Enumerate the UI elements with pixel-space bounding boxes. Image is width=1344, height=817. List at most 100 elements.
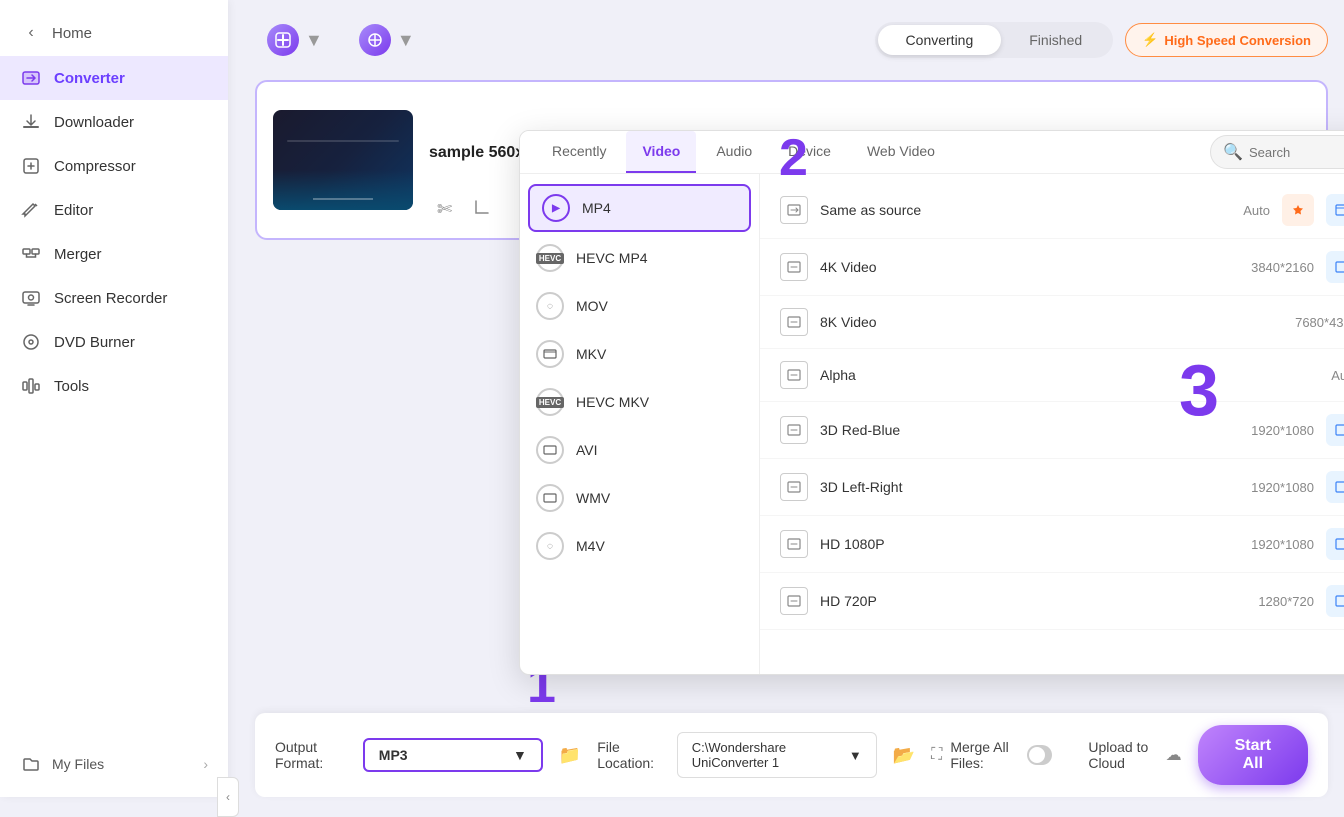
file-location-label: File Location: [597, 739, 661, 771]
chevron-left-icon: ‹ [20, 22, 42, 44]
mov-icon: ◌ [536, 292, 564, 320]
scissors-icon[interactable]: ✄ [437, 199, 452, 220]
preset-settings-hd1080[interactable] [1326, 528, 1344, 560]
main-content: ▼ ▼ Converting Finished ⚡ High Speed Con… [239, 0, 1344, 797]
home-label: Home [52, 25, 92, 42]
preset-icon-same [780, 196, 808, 224]
preset-3d-left-right[interactable]: 3D Left-Right 1920*1080 [760, 459, 1344, 516]
format-list: ▶ MP4 HEVC HEVC MP4 ◌ MOV M [520, 174, 760, 674]
format-tabs: Recently Video Audio Device Web Video 🔍 [520, 131, 1344, 174]
annotation-2: 2 [779, 128, 808, 188]
add-files-button[interactable]: ▼ [255, 16, 335, 64]
sidebar-item-downloader[interactable]: Downloader [0, 100, 228, 144]
sidebar-item-screen-recorder[interactable]: Screen Recorder [0, 276, 228, 320]
format-item-mp4[interactable]: ▶ MP4 [528, 184, 751, 232]
search-input[interactable] [1249, 145, 1344, 160]
preset-4k[interactable]: 4K Video 3840*2160 [760, 239, 1344, 296]
wmv-icon [536, 484, 564, 512]
preset-settings-3d-lr[interactable] [1326, 471, 1344, 503]
format-item-hevc-mkv[interactable]: HEVC HEVC MKV [520, 378, 759, 426]
sidebar-item-dvd-burner[interactable]: DVD Burner [0, 320, 228, 364]
hevc-mkv-icon: HEVC [536, 388, 564, 416]
sidebar-item-tools[interactable]: Tools [0, 364, 228, 408]
screen-recorder-icon [20, 287, 42, 309]
preset-res-3d-lr: 1920*1080 [1224, 480, 1314, 495]
start-all-button[interactable]: Start All [1198, 725, 1308, 785]
my-files-label: My Files [52, 756, 104, 772]
sidebar-item-my-files[interactable]: My Files › [0, 741, 228, 787]
search-icon: 🔍 [1223, 142, 1243, 162]
file-location-select[interactable]: C:\Wondershare UniConverter 1 ▼ [677, 732, 877, 778]
preset-hd720[interactable]: HD 720P 1280*720 [760, 573, 1344, 630]
upload-cloud-section[interactable]: Upload to Cloud ☁ [1088, 739, 1181, 771]
tab-video[interactable]: Video [626, 131, 696, 173]
compressor-icon [20, 155, 42, 177]
format-item-m4v[interactable]: ◌ M4V [520, 522, 759, 570]
format-item-wmv[interactable]: WMV [520, 474, 759, 522]
preset-list: Same as source Auto 4K Video 3840*2160 [760, 174, 1344, 674]
avi-label: AVI [576, 442, 598, 458]
preset-same-as-source[interactable]: Same as source Auto [760, 182, 1344, 239]
preset-name-8k: 8K Video [820, 314, 1256, 330]
finished-tab[interactable]: Finished [1001, 25, 1110, 55]
preset-res-8k: 7680*4320 [1268, 315, 1344, 330]
add-url-button[interactable]: ▼ [347, 16, 427, 64]
format-item-mkv[interactable]: MKV [520, 330, 759, 378]
location-dropdown-icon: ▼ [849, 748, 862, 763]
format-item-hevc-mp4[interactable]: HEVC HEVC MP4 [520, 234, 759, 282]
preset-settings-same[interactable] [1326, 194, 1344, 226]
dropdown-arrow-icon: ▼ [513, 747, 527, 763]
converter-label: Converter [54, 70, 125, 87]
tab-audio[interactable]: Audio [700, 131, 768, 173]
format-item-avi[interactable]: AVI [520, 426, 759, 474]
merger-icon [20, 243, 42, 265]
tab-recently[interactable]: Recently [536, 131, 622, 173]
preset-res-same: Auto [1180, 203, 1270, 218]
preset-name-3d-rb: 3D Red-Blue [820, 422, 1212, 438]
format-item-mov[interactable]: ◌ MOV [520, 282, 759, 330]
sidebar-item-compressor[interactable]: Compressor [0, 144, 228, 188]
sidebar-item-converter[interactable]: Converter [0, 56, 228, 100]
hevc-mp4-icon: HEVC [536, 244, 564, 272]
preset-hd1080[interactable]: HD 1080P 1920*1080 [760, 516, 1344, 573]
my-files-arrow: › [203, 756, 208, 772]
preset-settings-4k[interactable] [1326, 251, 1344, 283]
preset-alpha[interactable]: Alpha Auto [760, 349, 1344, 402]
preset-res-alpha: Auto [1268, 368, 1344, 383]
format-popup: Recently Video Audio Device Web Video 🔍 … [519, 130, 1344, 675]
merge-toggle[interactable] [1027, 745, 1053, 765]
preset-settings-3d-rb[interactable] [1326, 414, 1344, 446]
sidebar-item-editor[interactable]: Editor [0, 188, 228, 232]
output-format-select[interactable]: MP3 ▼ [363, 738, 543, 772]
sidebar-item-home[interactable]: ‹ Home [0, 10, 228, 56]
crop-icon[interactable] [472, 197, 492, 222]
merge-icon: ⛶ [931, 746, 942, 764]
preset-icon-8k [780, 308, 808, 336]
preset-icon-3d-rb [780, 416, 808, 444]
format-search[interactable]: 🔍 [1210, 135, 1344, 169]
preset-action-same[interactable] [1282, 194, 1314, 226]
add-files-icon [267, 24, 299, 56]
tab-web-video[interactable]: Web Video [851, 131, 951, 173]
high-speed-button[interactable]: ⚡ High Speed Conversion [1125, 23, 1328, 57]
preset-settings-hd720[interactable] [1326, 585, 1344, 617]
preset-icon-hd720 [780, 587, 808, 615]
preset-3d-red-blue[interactable]: 3D Red-Blue 1920*1080 [760, 402, 1344, 459]
preset-8k[interactable]: 8K Video 7680*4320 [760, 296, 1344, 349]
dvd-burner-label: DVD Burner [54, 334, 135, 351]
add-url-icon [359, 24, 391, 56]
merger-label: Merger [54, 246, 102, 263]
preset-icon-alpha [780, 361, 808, 389]
upload-cloud-label: Upload to Cloud [1088, 739, 1159, 771]
downloader-icon [20, 111, 42, 133]
topbar: ▼ ▼ Converting Finished ⚡ High Speed Con… [255, 16, 1328, 64]
sidebar-collapse-button[interactable]: ‹ [217, 777, 239, 817]
mov-label: MOV [576, 298, 608, 314]
hevc-mkv-label: HEVC MKV [576, 394, 649, 410]
hevc-mp4-label: HEVC MP4 [576, 250, 648, 266]
converting-tab[interactable]: Converting [878, 25, 1002, 55]
preset-res-hd1080: 1920*1080 [1224, 537, 1314, 552]
lightning-icon: ⚡ [1142, 32, 1158, 48]
dvd-burner-icon [20, 331, 42, 353]
sidebar-item-merger[interactable]: Merger [0, 232, 228, 276]
